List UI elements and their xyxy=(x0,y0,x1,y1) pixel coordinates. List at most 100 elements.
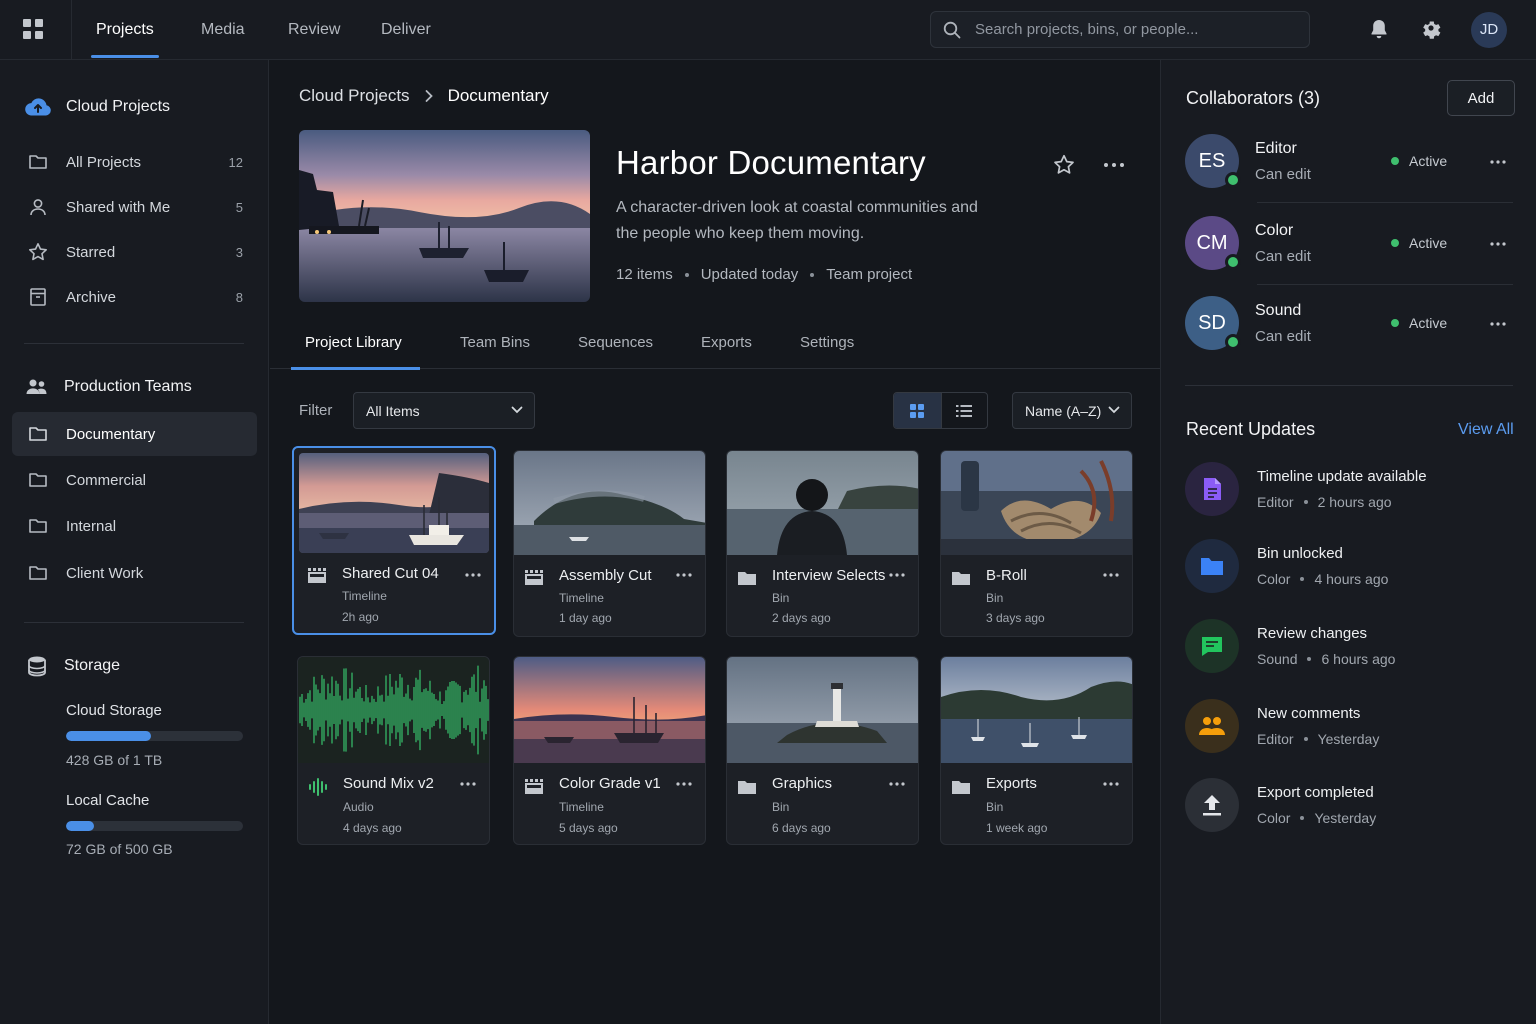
tab-team-bins[interactable]: Team Bins xyxy=(460,322,530,368)
item-more-button[interactable] xyxy=(459,781,477,787)
breadcrumb-link[interactable]: Cloud Projects xyxy=(299,86,410,106)
archive-icon xyxy=(27,286,49,308)
sidebar-item-internal[interactable]: Internal xyxy=(12,504,257,548)
library-item-card[interactable]: B-Roll Bin 3 days ago xyxy=(940,450,1133,637)
sidebar-item-archive[interactable]: Archive 8 xyxy=(12,275,257,319)
sidebar-item-label: Commercial xyxy=(66,471,147,489)
folder-icon xyxy=(27,151,49,173)
library-item-card[interactable]: Assembly Cut Timeline 1 day ago xyxy=(513,450,706,637)
add-collaborator-button[interactable]: Add xyxy=(1447,80,1515,116)
item-more-button[interactable] xyxy=(464,572,482,578)
folder-icon xyxy=(1185,539,1239,593)
nav-tab-label: Deliver xyxy=(381,21,431,38)
chevron-right-icon xyxy=(425,90,433,102)
library-item-card[interactable]: Exports Bin 1 week ago xyxy=(940,656,1133,845)
nav-tab-review[interactable]: Review xyxy=(288,0,340,60)
more-horizontal-icon xyxy=(460,782,476,786)
nav-tab-deliver[interactable]: Deliver xyxy=(381,0,431,60)
nav-divider xyxy=(71,0,72,60)
sidebar-header-label: Storage xyxy=(64,657,121,674)
update-item[interactable]: Export completed Color Yesterday xyxy=(1185,778,1513,834)
user-avatar[interactable]: JD xyxy=(1471,12,1507,48)
item-date: 1 day ago xyxy=(559,611,612,625)
more-horizontal-icon xyxy=(889,782,905,786)
apps-grid-icon[interactable] xyxy=(22,18,44,40)
library-item-card[interactable]: Interview Selects Bin 2 days ago xyxy=(726,450,919,637)
collaborator-more-button[interactable] xyxy=(1489,321,1507,327)
item-thumbnail xyxy=(514,451,705,555)
sidebar-item-documentary[interactable]: Documentary xyxy=(12,412,257,456)
sidebar-item-starred[interactable]: Starred 3 xyxy=(12,230,257,274)
project-more-button[interactable] xyxy=(1102,155,1126,175)
avatar-initials: CM xyxy=(1196,232,1228,254)
library-item-card[interactable]: Sound Mix v2 Audio 4 days ago xyxy=(297,656,490,845)
project-tabs: Project Library Team Bins Sequences Expo… xyxy=(270,322,1160,370)
collaborator-role: Can edit xyxy=(1255,328,1311,345)
favorite-star-button[interactable] xyxy=(1052,153,1076,177)
item-thumbnail xyxy=(299,453,489,553)
meta-separator xyxy=(1300,816,1305,820)
filter-dropdown[interactable]: All Items xyxy=(353,392,535,429)
sidebar-item-all-projects[interactable]: All Projects 12 xyxy=(12,140,257,184)
tab-project-library[interactable]: Project Library xyxy=(291,322,420,370)
more-horizontal-icon xyxy=(1103,573,1119,577)
update-item[interactable]: New comments Editor Yesterday xyxy=(1185,699,1513,755)
status-dot xyxy=(1391,319,1399,327)
breadcrumb: Cloud Projects Documentary xyxy=(299,85,549,107)
update-item[interactable]: Timeline update available Editor 2 hours … xyxy=(1185,462,1513,518)
item-more-button[interactable] xyxy=(1102,781,1120,787)
bell-icon[interactable] xyxy=(1367,17,1391,41)
item-more-button[interactable] xyxy=(1102,572,1120,578)
item-more-button[interactable] xyxy=(675,572,693,578)
tab-exports[interactable]: Exports xyxy=(701,322,752,368)
chevron-down-icon xyxy=(1108,406,1120,414)
item-more-button[interactable] xyxy=(675,781,693,787)
collaborator-more-button[interactable] xyxy=(1489,241,1507,247)
cloud-projects-header[interactable]: Cloud Projects xyxy=(24,93,170,121)
item-type: Timeline xyxy=(559,591,604,605)
tab-settings[interactable]: Settings xyxy=(800,322,854,368)
team-icon xyxy=(26,379,47,394)
item-type: Bin xyxy=(772,800,790,814)
collaborator-role: Can edit xyxy=(1255,248,1311,265)
sidebar-item-client-work[interactable]: Client Work xyxy=(12,551,257,595)
update-time: 2 hours ago xyxy=(1317,494,1392,510)
item-name: B-Roll xyxy=(986,567,1027,584)
collaborator-more-button[interactable] xyxy=(1489,159,1507,165)
meta-team: Team project xyxy=(826,266,913,283)
update-title: Review changes xyxy=(1257,625,1368,642)
project-cover-image xyxy=(299,130,590,302)
sidebar-item-commercial[interactable]: Commercial xyxy=(12,458,257,502)
item-more-button[interactable] xyxy=(888,781,906,787)
sort-dropdown[interactable]: Name (A–Z) xyxy=(1012,392,1132,429)
sidebar-item-shared-with-me[interactable]: Shared with Me 5 xyxy=(12,185,257,229)
update-item[interactable]: Review changes Sound 6 hours ago xyxy=(1185,619,1513,675)
search-input[interactable] xyxy=(975,12,1295,47)
list-view-button[interactable] xyxy=(940,393,988,428)
library-item-card[interactable]: Shared Cut 04 Timeline 2h ago xyxy=(292,446,496,635)
item-more-button[interactable] xyxy=(888,572,906,578)
library-item-card[interactable]: Color Grade v1 Timeline 5 days ago xyxy=(513,656,706,845)
upload-icon xyxy=(1185,778,1239,832)
tab-label: Sequences xyxy=(578,334,654,351)
sidebar-divider xyxy=(24,343,244,344)
nav-tab-projects[interactable]: Projects xyxy=(91,0,159,60)
status-label: Active xyxy=(1409,315,1448,331)
nav-tab-media[interactable]: Media xyxy=(201,0,245,60)
item-thumbnail xyxy=(727,657,918,763)
item-date: 3 days ago xyxy=(986,611,1045,625)
breadcrumb-current: Documentary xyxy=(447,86,549,105)
library-item-card[interactable]: Graphics Bin 6 days ago xyxy=(726,656,919,845)
gear-icon[interactable] xyxy=(1419,17,1443,41)
search-icon xyxy=(943,21,961,39)
document-icon xyxy=(1185,462,1239,516)
update-author: Color xyxy=(1257,810,1291,826)
people-icon xyxy=(1185,699,1239,753)
update-item[interactable]: Bin unlocked Color 4 hours ago xyxy=(1185,539,1513,595)
tab-sequences[interactable]: Sequences xyxy=(578,322,653,368)
grid-view-button[interactable] xyxy=(894,393,941,428)
production-teams-header[interactable]: Production Teams xyxy=(24,373,192,401)
view-all-link[interactable]: View All xyxy=(1458,421,1514,439)
folder-icon xyxy=(27,469,49,491)
avatar: CM xyxy=(1185,216,1241,270)
